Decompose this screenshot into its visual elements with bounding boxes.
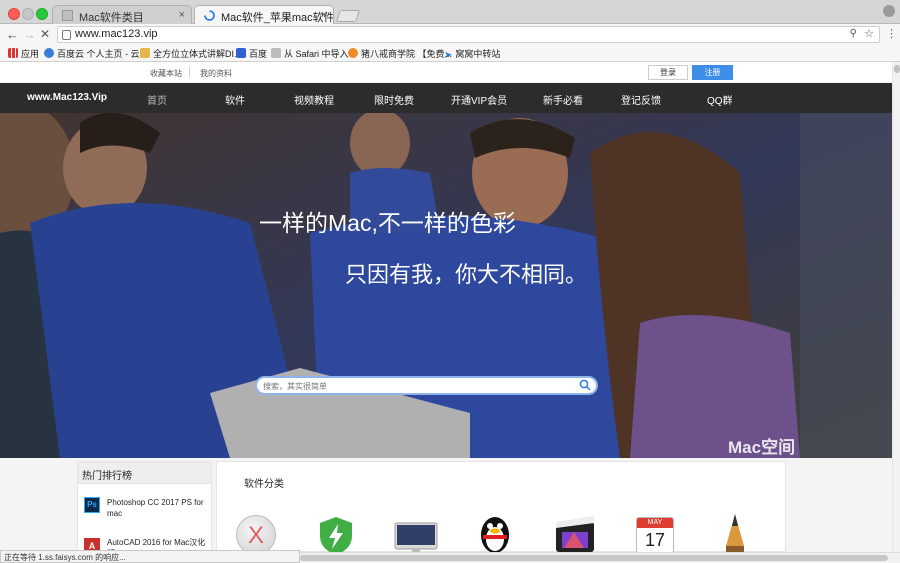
browser-menu-icon[interactable]: ⋮ xyxy=(886,27,897,40)
bookmark-zbj[interactable]: 猪八戒商学院 【免费... xyxy=(348,47,452,60)
browser-tab-2[interactable]: Mac软件_苹果mac软件下载_Mac × xyxy=(194,5,334,24)
category-panel: 软件分类 X MAY 17 xyxy=(216,461,786,555)
site-logo[interactable]: www.Mac123.Vip xyxy=(27,92,107,103)
watermark-logo: Mac空间 xyxy=(728,438,796,457)
page-favicon-icon xyxy=(62,10,73,21)
loading-spinner-icon xyxy=(204,10,215,21)
bookmark-wowo[interactable]: ➤ 窝窝中转站 xyxy=(444,47,500,61)
new-tab-button[interactable] xyxy=(335,10,361,22)
bookmark-baidu-cloud[interactable]: 百度云 个人主页 - 云... xyxy=(44,47,147,60)
photoshop-icon: Ps xyxy=(84,497,100,513)
user-profile-icon[interactable] xyxy=(883,5,895,17)
horizontal-scroll-thumb[interactable] xyxy=(300,555,888,561)
close-tab-icon[interactable]: × xyxy=(321,9,327,21)
nav-software[interactable]: 软件 xyxy=(225,92,245,107)
category-title: 软件分类 xyxy=(244,479,284,490)
bookmarks-bar: 应用 百度云 个人主页 - 云... 全方位立体式讲解DI... 百度 从 Sa… xyxy=(0,45,900,62)
calendar-month: MAY xyxy=(637,518,673,528)
status-bubble: 正在等待 1.ss.faisys.com 的响应... xyxy=(0,550,300,563)
nav-feedback[interactable]: 登记反馈 xyxy=(621,92,661,107)
divider xyxy=(189,67,190,77)
bookmark-page-icon xyxy=(140,48,150,58)
zbj-icon xyxy=(348,48,358,58)
nav-beginners[interactable]: 新手必看 xyxy=(543,92,583,107)
search-box[interactable] xyxy=(255,376,598,395)
scroll-thumb[interactable] xyxy=(894,65,900,73)
bookmark-baidu[interactable]: 百度 xyxy=(236,47,267,60)
login-button[interactable]: 登录 xyxy=(648,65,688,80)
stop-loading-icon[interactable]: ✕ xyxy=(40,27,50,41)
nav-home[interactable]: 首页 xyxy=(147,92,167,107)
hero-banner: 一样的Mac,不一样的色彩 只因有我，你大不相同。 Mac空间 xyxy=(0,113,892,458)
main-nav: www.Mac123.Vip 首页 软件 视频教程 限时免费 开通VIP会员 新… xyxy=(0,83,892,113)
ranking-item-photoshop[interactable]: Photoshop CC 2017 PS for mac xyxy=(107,497,207,519)
nav-video-tutorials[interactable]: 视频教程 xyxy=(294,92,334,107)
calendar-day: 17 xyxy=(644,530,666,550)
ranking-panel: 热门排行榜 Ps Photoshop CC 2017 PS for mac A … xyxy=(77,461,212,558)
baidu-icon xyxy=(236,48,246,58)
my-profile-link[interactable]: 我的资料 xyxy=(200,68,232,79)
page-info-icon[interactable] xyxy=(62,30,71,40)
close-window-button[interactable] xyxy=(8,8,20,20)
search-input[interactable] xyxy=(263,379,573,393)
back-arrow-icon[interactable]: ← xyxy=(6,27,19,42)
folder-icon xyxy=(271,48,281,58)
close-tab-icon[interactable]: × xyxy=(179,9,185,21)
bookmark-safari-import[interactable]: 从 Safari 中导入 xyxy=(271,47,349,60)
favorite-site-link[interactable]: 收藏本站 xyxy=(150,68,182,79)
hero-headline: 一样的Mac,不一样的色彩 xyxy=(259,210,516,236)
calendar-icon[interactable]: MAY 17 xyxy=(636,517,674,553)
nav-limited-free[interactable]: 限时免费 xyxy=(374,92,414,107)
send-icon: ➤ xyxy=(444,50,453,61)
bookmark-star-icon[interactable]: ☆ xyxy=(864,27,874,40)
address-bar[interactable]: www.mac123.vip ⚲ ☆ xyxy=(57,26,880,43)
bookmark-apps[interactable]: 应用 xyxy=(8,47,39,60)
tab-bar: Mac软件类目 × Mac软件_苹果mac软件下载_Mac × xyxy=(0,0,900,24)
nav-qq-group[interactable]: QQ群 xyxy=(707,92,733,107)
search-icon[interactable] xyxy=(579,378,591,396)
tab-title: Mac软件_苹果mac软件下载_Mac xyxy=(221,12,334,24)
pin-icon[interactable]: ⚲ xyxy=(850,28,857,39)
bookmark-di-tutorial[interactable]: 全方位立体式讲解DI... xyxy=(140,47,242,60)
minimize-window-button[interactable] xyxy=(22,8,34,20)
register-button[interactable]: 注册 xyxy=(692,65,733,80)
ranking-title: 热门排行榜 xyxy=(78,462,211,484)
browser-toolbar: ← → ✕ www.mac123.vip ⚲ ☆ ⋮ xyxy=(0,24,900,45)
nav-vip[interactable]: 开通VIP会员 xyxy=(451,92,507,107)
apps-grid-icon xyxy=(8,48,18,58)
forward-arrow-icon[interactable]: → xyxy=(23,27,36,42)
macos-icon[interactable]: X xyxy=(236,515,276,555)
vertical-scrollbar[interactable] xyxy=(892,62,900,552)
zoom-window-button[interactable] xyxy=(36,8,48,20)
tab-title: Mac软件类目 xyxy=(79,12,144,24)
site-top-bar: 收藏本站 我的资料 登录 注册 xyxy=(0,62,892,83)
baidu-cloud-icon xyxy=(44,48,54,58)
hero-subheadline: 只因有我，你大不相同。 xyxy=(345,262,588,287)
url-text: www.mac123.vip xyxy=(75,28,158,40)
browser-tab-1[interactable]: Mac软件类目 × xyxy=(52,5,192,24)
